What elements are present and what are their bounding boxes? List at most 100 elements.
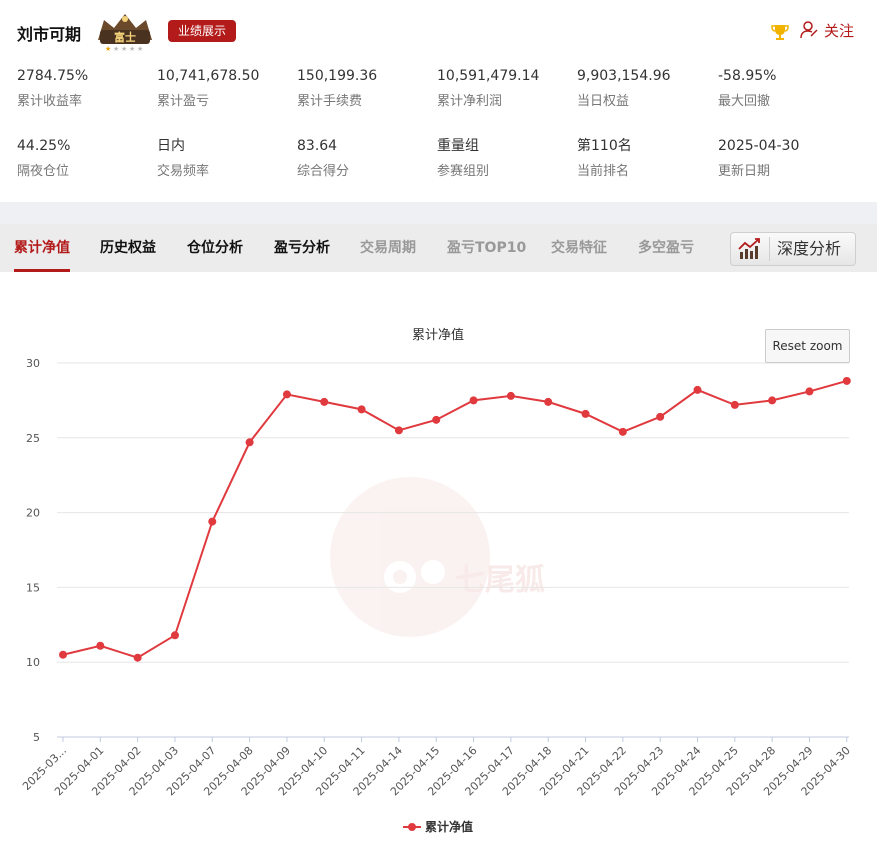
analysis-tabs: 累计净值 历史权益 仓位分析 盈亏分析 交易周期 盈亏TOP10 交易特征 多空…	[0, 224, 877, 272]
data-point	[170, 631, 179, 640]
tab-trade-cycle[interactable]: 交易周期	[360, 224, 416, 272]
stat-label: 隔夜仓位	[17, 164, 70, 179]
watermark-logo: 七尾狐	[330, 477, 545, 637]
data-point	[432, 415, 441, 424]
stat-update-date: 2025-04-30 更新日期	[718, 137, 858, 181]
stat-net-profit: 10,591,479.14 累计净利润	[437, 67, 577, 111]
stat-value: 10,741,678.50	[157, 68, 260, 84]
stat-value: 10,591,479.14	[437, 68, 540, 84]
stat-trade-frequency: 日内 交易频率	[157, 137, 297, 181]
y-tick-label: 30	[26, 357, 40, 370]
follow-button[interactable]: 关注	[800, 20, 854, 42]
stat-label: 累计盈亏	[157, 94, 210, 109]
stat-competition-group: 重量组 参赛组别	[437, 137, 577, 181]
svg-text:★: ★	[113, 45, 119, 52]
data-point	[581, 409, 590, 418]
data-point	[768, 396, 777, 405]
stat-daily-equity: 9,903,154.96 当日权益	[577, 67, 717, 111]
data-point	[357, 405, 366, 414]
data-point	[96, 641, 105, 650]
svg-text:★: ★	[137, 45, 143, 52]
section-divider	[0, 202, 877, 224]
trophy-icon[interactable]	[770, 22, 790, 42]
stat-label: 交易频率	[157, 164, 210, 179]
trader-header: 刘市可期 富士 ★ ★ ★ ★ ★ 业绩展示 关注 2784.75% 累计收益率	[0, 0, 877, 202]
data-point	[208, 517, 217, 526]
chart-legend[interactable]: 累计净值	[403, 819, 473, 834]
y-axis: 5 10 15 20 25 30	[26, 357, 40, 744]
stat-value: -58.95%	[718, 68, 777, 84]
stat-value: 9,903,154.96	[577, 68, 671, 84]
tab-position-analysis[interactable]: 仓位分析	[187, 224, 243, 272]
stat-value: 83.64	[297, 138, 338, 154]
data-point	[656, 412, 665, 421]
data-point	[544, 397, 553, 406]
performance-button[interactable]: 业绩展示	[168, 20, 237, 42]
bar-chart-trend-icon	[738, 238, 760, 259]
data-point	[394, 426, 403, 435]
stat-current-rank: 第110名 当前排名	[577, 137, 717, 181]
stat-overall-score: 83.64 综合得分	[297, 137, 437, 181]
legend-marker	[408, 823, 416, 831]
data-point	[730, 400, 739, 409]
stat-label: 累计净利润	[437, 94, 503, 109]
x-axis: 2025-03...2025-04-012025-04-022025-04-03…	[20, 737, 853, 798]
deep-analysis-label: 深度分析	[777, 239, 842, 258]
stat-value: 2784.75%	[17, 68, 89, 84]
stat-value: 150,199.36	[297, 68, 378, 84]
watermark-text: 七尾狐	[455, 563, 545, 598]
chart-title: 累计净值	[412, 327, 464, 343]
tab-trade-features[interactable]: 交易特征	[551, 224, 607, 272]
stat-cumulative-fees: 150,199.36 累计手续费	[297, 67, 437, 111]
data-point	[506, 391, 515, 400]
y-tick-label: 25	[26, 432, 40, 445]
tab-long-short-pnl[interactable]: 多空盈亏	[638, 224, 694, 272]
tab-pnl-top10[interactable]: 盈亏TOP10	[447, 224, 526, 272]
stat-value: 第110名	[577, 138, 632, 154]
stat-label: 当日权益	[577, 94, 630, 109]
deep-analysis-button[interactable]: 深度分析	[730, 232, 856, 266]
stat-value: 日内	[157, 138, 185, 154]
data-point	[133, 653, 142, 662]
reset-zoom-button[interactable]: Reset zoom	[765, 329, 850, 363]
svg-text:★: ★	[129, 45, 135, 52]
stat-max-drawdown: -58.95% 最大回撤	[718, 67, 858, 111]
data-point	[618, 427, 627, 436]
data-point	[245, 438, 254, 447]
stat-value: 重量组	[437, 138, 479, 154]
user-icon	[800, 21, 818, 39]
rank-badge-text: 富士	[114, 30, 136, 44]
svg-text:★: ★	[121, 45, 127, 52]
follow-label: 关注	[824, 22, 855, 40]
stat-label: 更新日期	[718, 164, 771, 179]
stat-label: 累计手续费	[297, 94, 363, 109]
stat-label: 累计收益率	[17, 94, 83, 109]
nav-line-chart[interactable]: 七尾狐 5 10 15 20 25 30 2025-03...2025-04-012025…	[0, 272, 877, 849]
data-point	[842, 376, 851, 385]
stat-label: 参赛组别	[437, 164, 490, 179]
tab-pnl-analysis[interactable]: 盈亏分析	[274, 224, 330, 272]
stat-overnight-position: 44.25% 隔夜仓位	[17, 137, 157, 181]
y-tick-label: 10	[26, 656, 40, 669]
tab-cumulative-nav[interactable]: 累计净值	[14, 224, 70, 272]
y-tick-label: 5	[33, 731, 40, 744]
stat-value: 2025-04-30	[718, 138, 800, 154]
data-point	[693, 385, 702, 394]
fushi-rank-badge-icon: 富士 ★ ★ ★ ★ ★	[98, 14, 152, 52]
data-point	[282, 390, 291, 399]
stat-cumulative-return: 2784.75% 累计收益率	[17, 67, 157, 111]
data-point	[805, 387, 814, 396]
chart-panel: 七尾狐 5 10 15 20 25 30 2025-03... 2025-04-01 2025…	[0, 272, 877, 849]
data-point	[320, 397, 329, 406]
data-point	[59, 650, 67, 659]
stat-cumulative-pnl: 10,741,678.50 累计盈亏	[157, 67, 297, 111]
data-point	[469, 396, 478, 405]
legend-label: 累计净值	[425, 819, 473, 834]
stat-label: 当前排名	[577, 164, 630, 179]
trader-name: 刘市可期	[17, 25, 82, 44]
y-tick-label: 15	[26, 581, 40, 594]
button-separator	[769, 237, 770, 261]
tab-historical-equity[interactable]: 历史权益	[100, 224, 156, 272]
stat-value: 44.25%	[17, 138, 71, 154]
stat-label: 综合得分	[297, 164, 350, 179]
